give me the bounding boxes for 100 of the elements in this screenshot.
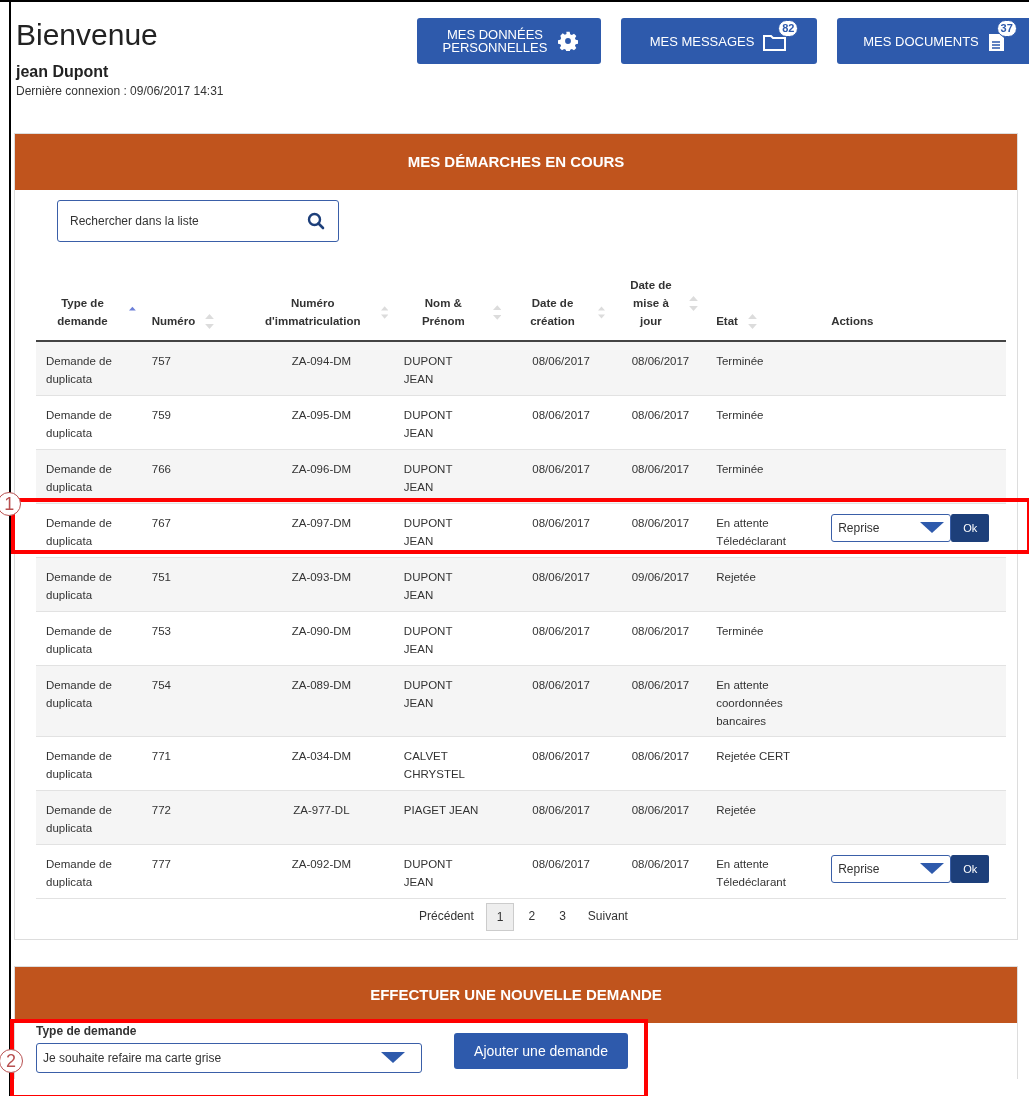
table-cell-text: 08/06/2017 [532, 570, 590, 585]
table-cell-text: 757 [151, 354, 171, 369]
table-cell-text: 08/06/2017 [532, 857, 590, 872]
table-cell-text: Terminée [716, 408, 765, 423]
count-badge: 82 [778, 20, 799, 37]
gear-icon [558, 31, 578, 51]
table-cell-text: 08/06/2017 [631, 803, 690, 818]
table-cell-text: Demande de duplicata [46, 749, 113, 782]
table-cell-text: En attente coordonnées bancaires [716, 678, 784, 729]
table-cell-text: 751 [151, 570, 171, 585]
table-cell-text: DUPONT JEAN [403, 570, 454, 603]
header-button[interactable]: MES MESSAGES 82 [621, 18, 817, 64]
table-cell-text: 08/06/2017 [532, 354, 590, 369]
column-header[interactable]: Date de mise à jour [622, 276, 679, 330]
request-type-dropdown[interactable]: Je souhaite refaire ma carte grise [36, 1043, 422, 1073]
user-name: jean Dupont [16, 63, 110, 81]
table-cell-text: 777 [151, 857, 171, 872]
table-cell-text: 771 [151, 749, 171, 764]
last-login-text: Dernière connexion : 09/06/2017 14:31 [16, 84, 224, 98]
column-header[interactable]: Numéro d'immatriculation [254, 294, 371, 330]
column-header[interactable]: Date de création [517, 294, 588, 330]
callout-number: 2 [0, 1049, 23, 1073]
table-cell-text: ZA-097-DM [291, 516, 352, 531]
action-dropdown[interactable]: Reprise [831, 514, 952, 542]
search-icon [307, 212, 325, 230]
table-cell-text: En attente Téledéclarant [716, 857, 787, 890]
table-cell-text: 08/06/2017 [532, 408, 590, 423]
table-cell-text: 08/06/2017 [631, 624, 690, 639]
table-cell-text: ZA-977-DL [293, 803, 350, 818]
table-cell-text: DUPONT JEAN [403, 624, 454, 657]
table-cell-text: Demande de duplicata [46, 857, 113, 890]
ok-button[interactable]: Ok [951, 855, 990, 883]
page-link[interactable]: 2 [518, 903, 546, 931]
table-cell-text: ZA-089-DM [291, 678, 352, 693]
table-cell-text: 08/06/2017 [631, 354, 690, 369]
sort-icon[interactable] [747, 313, 757, 329]
table-cell-text: DUPONT JEAN [403, 516, 454, 549]
action-dropdown[interactable]: Reprise [831, 855, 952, 883]
table-cell-text: 08/06/2017 [631, 678, 690, 693]
sort-icon[interactable] [380, 304, 388, 320]
column-header[interactable]: Nom & Prénom [403, 294, 483, 330]
add-request-button[interactable]: Ajouter une demande [454, 1033, 628, 1069]
caret-icon [381, 1052, 405, 1064]
table-cell-text: 08/06/2017 [631, 857, 690, 872]
table-cell-text: Demande de duplicata [46, 803, 113, 836]
sort-icon[interactable] [492, 304, 502, 320]
table-cell-text: PIAGET JEAN [403, 803, 480, 818]
table-cell-text: Terminée [716, 624, 765, 639]
page-link[interactable]: 1 [485, 903, 515, 931]
table-cell-text: 08/06/2017 [532, 678, 590, 693]
column-header[interactable]: Etat [716, 312, 738, 330]
table-cell-text: 08/06/2017 [631, 749, 690, 764]
table-cell-text: Demande de duplicata [46, 678, 113, 711]
table-cell-text: 754 [151, 678, 171, 693]
table-cell-text: 759 [151, 408, 171, 423]
next-link[interactable]: Suivant [579, 903, 636, 931]
table-cell-text: DUPONT JEAN [403, 408, 454, 441]
table-cell-text: 08/06/2017 [532, 516, 590, 531]
table-cell-text: 772 [151, 803, 171, 818]
column-header[interactable]: Numéro [151, 312, 196, 330]
sort-icon[interactable] [688, 295, 698, 311]
sort-icon[interactable] [205, 313, 215, 329]
ok-button[interactable]: Ok [951, 514, 990, 542]
table-cell-text: DUPONT JEAN [403, 857, 454, 890]
table-cell-text: Rejetée CERT [716, 749, 792, 764]
table-cell-text: Demande de duplicata [46, 408, 113, 441]
table-cell-text: ZA-034-DM [291, 749, 352, 764]
page-link[interactable]: 3 [549, 903, 576, 931]
table-cell-text: Demande de duplicata [46, 462, 113, 495]
count-badge: 37 [996, 20, 1017, 37]
table-cell-text: ZA-093-DM [291, 570, 352, 585]
table-cell-text: ZA-094-DM [291, 354, 352, 369]
table-cell-text: 09/06/2017 [631, 570, 690, 585]
table-cell-text: CALVET CHRYSTEL [403, 749, 466, 782]
table-cell-text: DUPONT JEAN [403, 462, 454, 495]
table-cell-text: 08/06/2017 [631, 408, 690, 423]
column-header[interactable]: Actions [831, 312, 874, 330]
table-cell-text: 767 [151, 516, 171, 531]
table-cell-text: Rejetée [716, 803, 757, 818]
page-title: Bienvenue [16, 18, 159, 51]
search-field[interactable]: Rechercher dans la liste [57, 200, 339, 242]
table-cell-text: En attente Téledéclarant [716, 516, 787, 549]
table-cell-text: 766 [151, 462, 171, 477]
callout-number: 1 [0, 492, 22, 516]
section-header: EFFECTUER UNE NOUVELLE DEMANDE [15, 967, 1017, 1023]
section-header: MES DÉMARCHES EN COURS [15, 134, 1017, 190]
field-label: Type de demande [36, 1024, 138, 1038]
table-cell-text: 08/06/2017 [631, 516, 690, 531]
table-cell-text: 08/06/2017 [532, 462, 590, 477]
caret-icon [920, 522, 945, 534]
table-cell-text: DUPONT JEAN [403, 354, 454, 387]
header-button[interactable]: MES DONNÉES PERSONNELLES [417, 18, 601, 64]
column-header[interactable]: Type de demande [46, 294, 119, 330]
caret-icon [920, 863, 945, 875]
table-cell-text: ZA-092-DM [291, 857, 352, 872]
table-cell-text: Demande de duplicata [46, 624, 113, 657]
previous-link[interactable]: Précédent [411, 903, 482, 931]
table-cell-text: Rejetée [716, 570, 757, 585]
header-button[interactable]: MES DOCUMENTS 37 [837, 18, 1029, 64]
sort-icon[interactable] [597, 304, 605, 320]
